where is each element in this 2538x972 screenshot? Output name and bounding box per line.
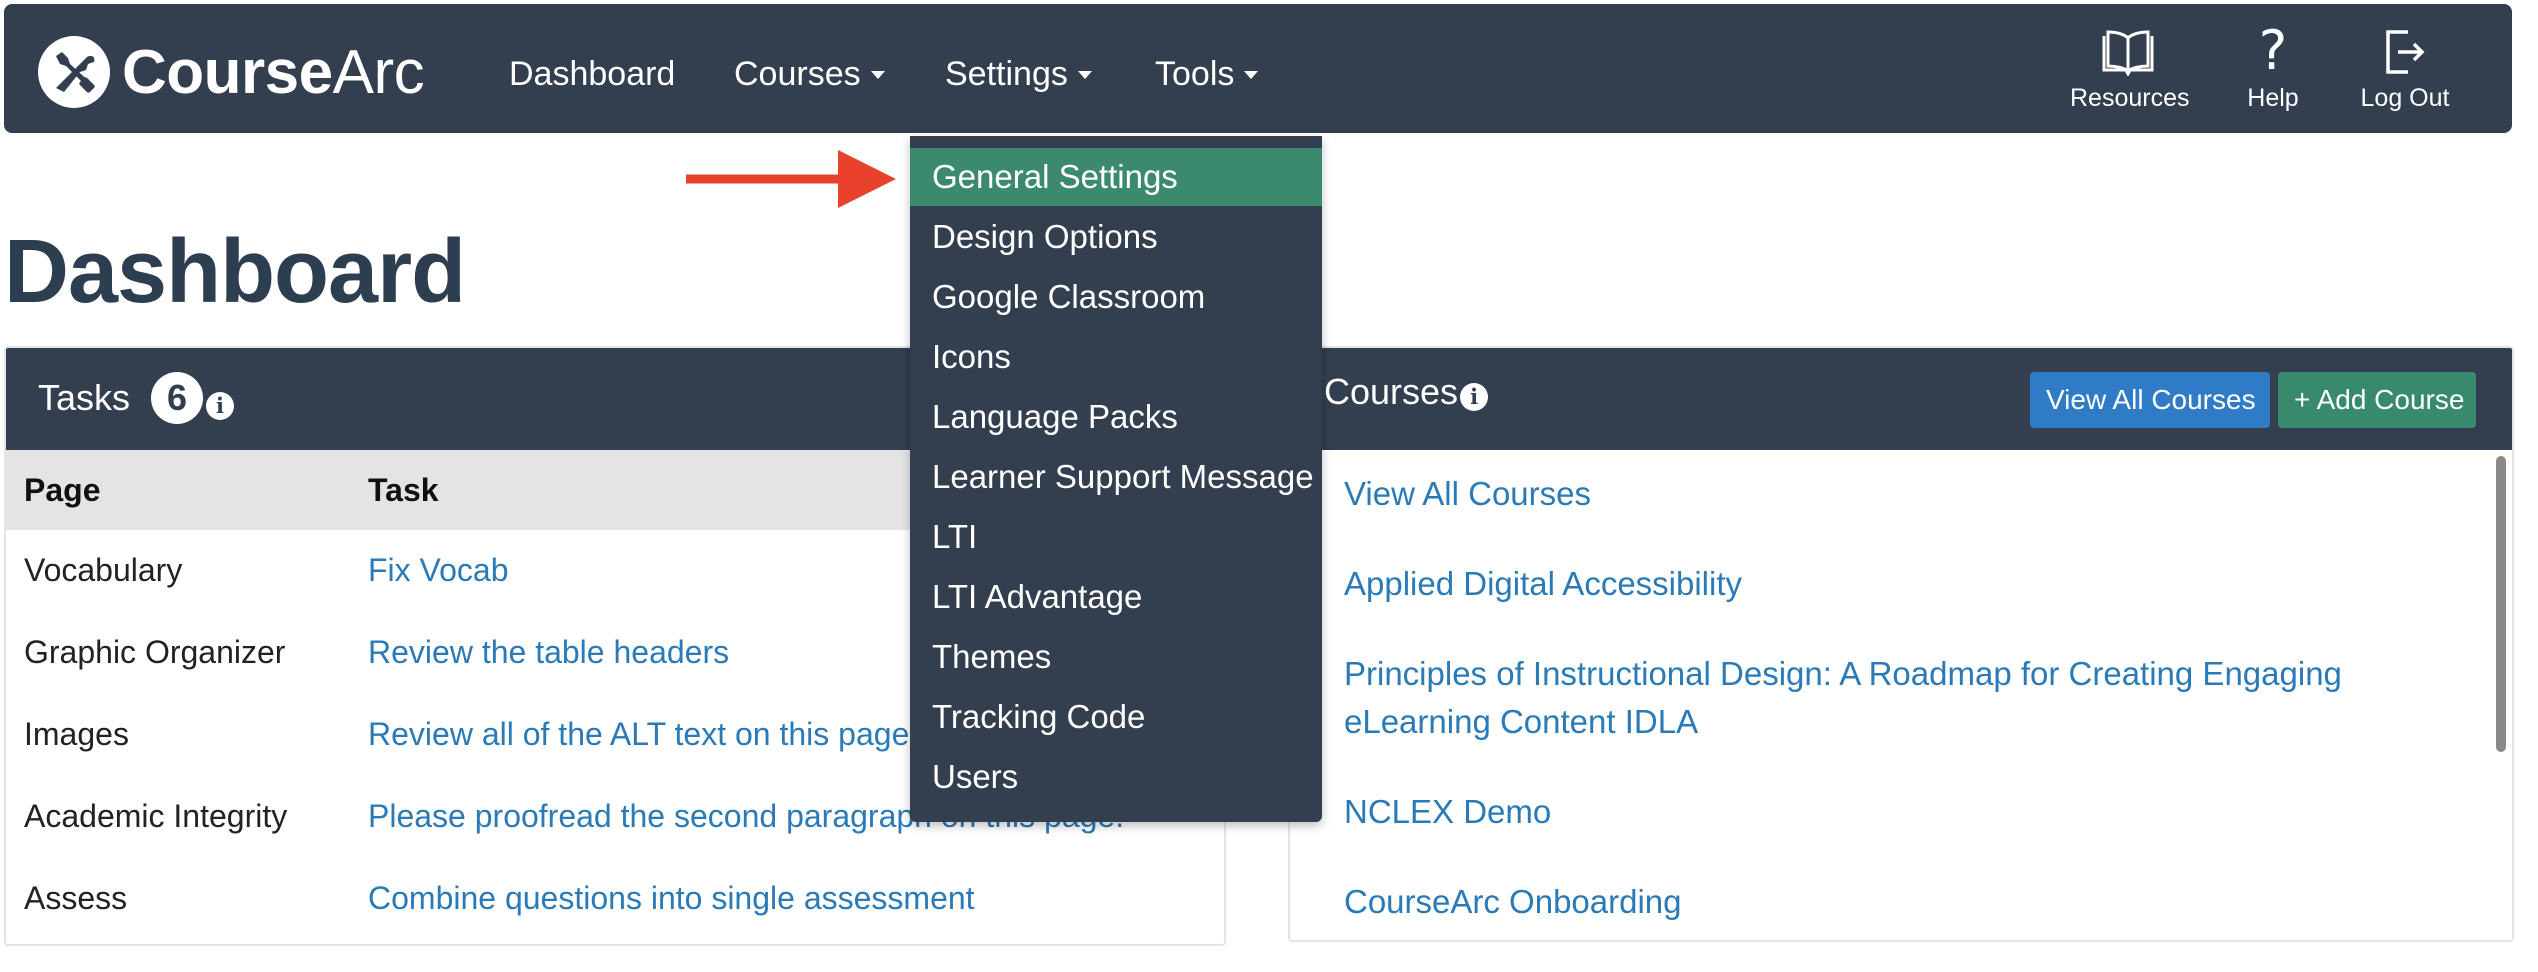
- nav-settings-label: Settings: [945, 55, 1068, 93]
- menu-item-learner-support-message[interactable]: Learner Support Message: [910, 448, 1322, 506]
- chevron-down-icon: [870, 71, 885, 80]
- nav-tools[interactable]: Tools: [1155, 54, 1259, 94]
- question-icon: ?: [2258, 19, 2288, 82]
- book-icon: [2102, 30, 2154, 76]
- resources-link[interactable]: Resources: [2070, 26, 2190, 113]
- top-navbar: CourseArc Dashboard Courses Settings Too…: [4, 4, 2512, 133]
- chevron-down-icon: [1077, 71, 1092, 80]
- logout-link[interactable]: Log Out: [2360, 26, 2450, 113]
- view-all-courses-button[interactable]: View All Courses: [2030, 372, 2270, 428]
- task-link[interactable]: Fix Vocab: [368, 552, 509, 589]
- column-header-page: Page: [24, 472, 101, 508]
- course-link[interactable]: CourseArc Onboarding: [1344, 878, 2444, 926]
- task-page-name: Graphic Organizer: [24, 634, 286, 670]
- menu-item-general-settings[interactable]: General Settings: [910, 148, 1322, 206]
- course-link[interactable]: View All Courses: [1344, 470, 2444, 518]
- menu-item-design-options[interactable]: Design Options: [910, 208, 1322, 266]
- courses-title: Courses: [1324, 371, 1459, 412]
- menu-item-icons[interactable]: Icons: [910, 328, 1322, 386]
- task-link[interactable]: Review the table headers: [368, 634, 729, 671]
- table-row: Assess Combine questions into single ass…: [6, 858, 1224, 940]
- menu-item-users[interactable]: Users: [910, 748, 1322, 806]
- info-icon[interactable]: i: [1460, 383, 1489, 411]
- menu-item-lti[interactable]: LTI: [910, 508, 1322, 566]
- nav-courses-label: Courses: [734, 55, 861, 93]
- courses-panel: Courses i View All Courses + Add Course V…: [1288, 346, 2514, 942]
- nav-dashboard[interactable]: Dashboard: [509, 54, 675, 94]
- task-page-name: Assess: [24, 880, 128, 916]
- info-icon[interactable]: i: [206, 392, 234, 420]
- nav-settings[interactable]: Settings: [945, 54, 1092, 94]
- course-link[interactable]: Principles of Instructional Design: A Ro…: [1344, 650, 2364, 746]
- logo-tools-icon: [38, 36, 110, 108]
- menu-item-themes[interactable]: Themes: [910, 628, 1322, 686]
- task-page-name: Images: [24, 716, 129, 752]
- courses-panel-header: Courses i View All Courses + Add Course: [1290, 348, 2512, 450]
- chevron-down-icon: [1244, 71, 1259, 80]
- task-link[interactable]: Review all of the ALT text on this page: [368, 716, 909, 753]
- coursearc-logo[interactable]: CourseArc: [36, 34, 425, 110]
- help-link[interactable]: ? Help: [2238, 19, 2308, 113]
- menu-item-google-classroom[interactable]: Google Classroom: [910, 268, 1322, 326]
- nav-courses[interactable]: Courses: [734, 54, 885, 94]
- courses-scrollbar[interactable]: [2496, 456, 2506, 752]
- task-page-name: Vocabulary: [24, 552, 183, 588]
- add-course-button[interactable]: + Add Course: [2278, 372, 2476, 428]
- page-title: Dashboard: [4, 222, 466, 322]
- menu-item-lti-advantage[interactable]: LTI Advantage: [910, 568, 1322, 626]
- logout-icon: [2386, 30, 2425, 74]
- course-link[interactable]: Applied Digital Accessibility: [1344, 560, 2444, 608]
- menu-item-language-packs[interactable]: Language Packs: [910, 388, 1322, 446]
- resources-label: Resources: [2070, 84, 2190, 112]
- help-label: Help: [2247, 84, 2299, 112]
- course-link[interactable]: NCLEX Demo: [1344, 788, 2444, 836]
- task-page-name: Academic Integrity: [24, 798, 288, 834]
- task-link[interactable]: Combine questions into single assessment: [368, 880, 975, 917]
- annotation-arrow-icon: [686, 150, 896, 208]
- logo-text-course: Course: [122, 37, 333, 107]
- logout-label: Log Out: [2360, 84, 2450, 112]
- menu-item-tracking-code[interactable]: Tracking Code: [910, 688, 1322, 746]
- column-header-task: Task: [368, 472, 439, 508]
- settings-dropdown-menu: General Settings Design Options Google C…: [910, 136, 1322, 822]
- tasks-count-badge: 6: [151, 372, 203, 424]
- nav-tools-label: Tools: [1155, 55, 1235, 93]
- tasks-title: Tasks: [38, 377, 131, 418]
- nav-dashboard-label: Dashboard: [509, 55, 676, 93]
- logo-text-arc: Arc: [332, 37, 425, 107]
